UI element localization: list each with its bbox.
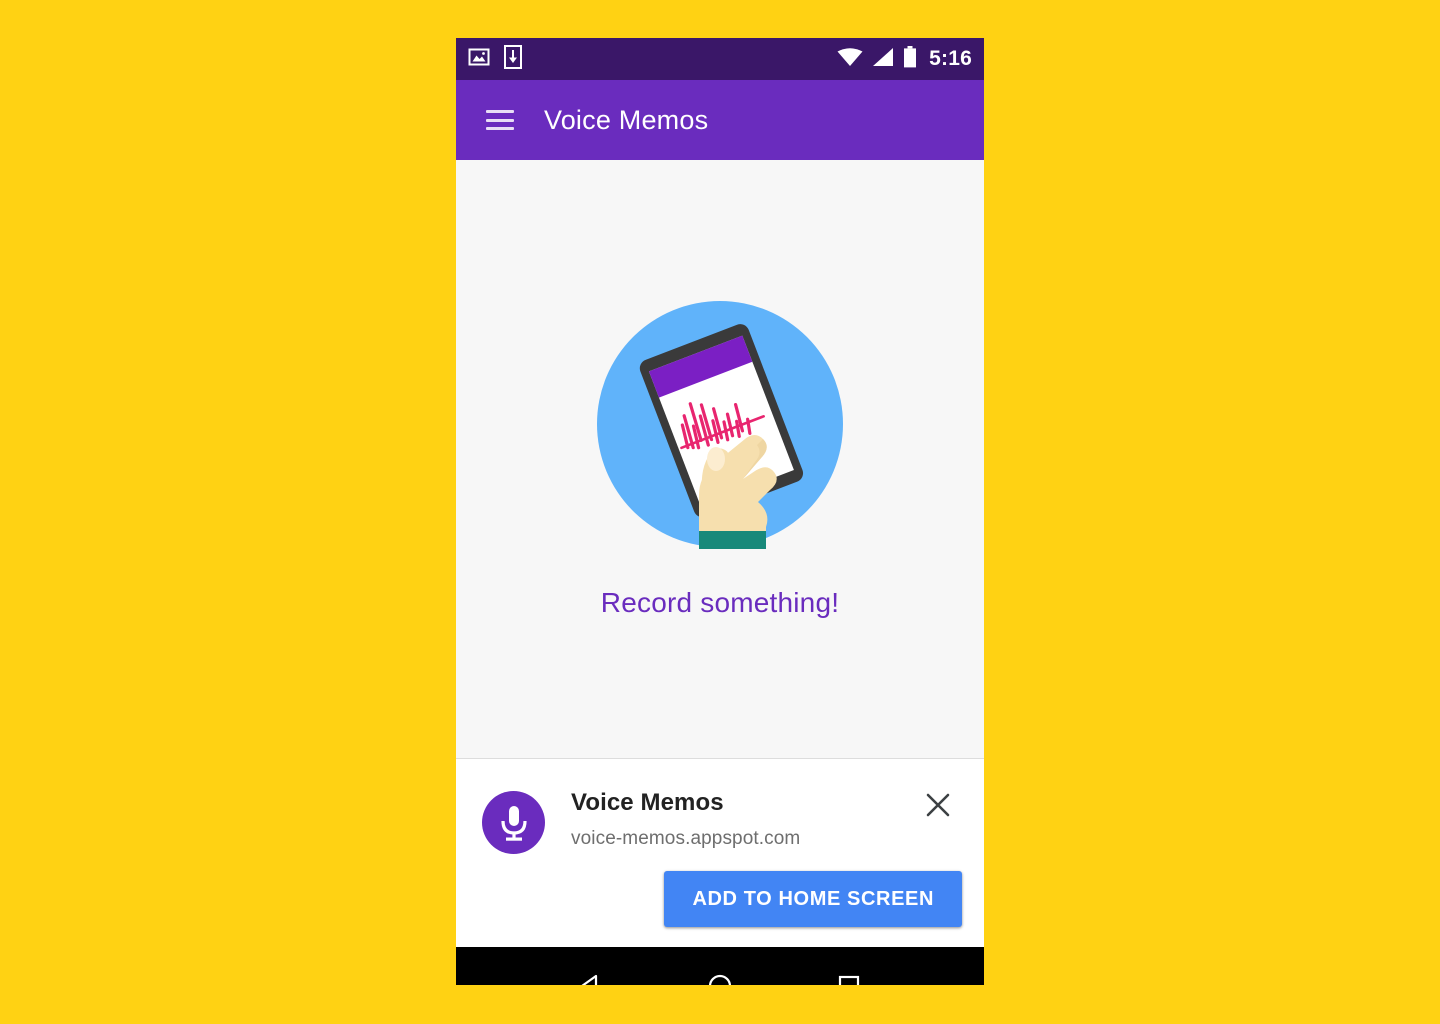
battery-icon [903, 45, 917, 73]
add-to-home-screen-banner: Voice Memos voice-memos.appspot.com ADD … [456, 758, 984, 947]
hamburger-menu-icon[interactable] [486, 110, 514, 130]
hamburger-line [486, 127, 514, 130]
hamburger-line [486, 110, 514, 113]
close-x-icon[interactable] [918, 785, 958, 825]
screenshot-image-icon [468, 46, 490, 73]
microphone-icon [482, 791, 545, 854]
page-title: Voice Memos [544, 104, 709, 135]
banner-app-url: voice-memos.appspot.com [571, 828, 801, 849]
home-button[interactable] [705, 971, 735, 985]
empty-state-message: Record something! [600, 587, 840, 618]
triangle-left-icon [581, 974, 597, 985]
illustration-sleeve [699, 531, 766, 549]
banner-app-name: Voice Memos [571, 789, 724, 816]
back-button[interactable] [576, 971, 606, 985]
square-icon [839, 975, 860, 985]
status-bar-clock: 5:16 [929, 47, 972, 70]
add-to-home-screen-button[interactable]: ADD TO HOME SCREEN [664, 871, 962, 927]
download-icon [504, 44, 522, 74]
recents-button[interactable] [834, 971, 864, 985]
hand-holding-phone-recording-illustration [597, 301, 843, 549]
wifi-icon [837, 47, 863, 72]
app-bar: Voice Memos [456, 80, 984, 160]
circle-icon [708, 974, 732, 985]
android-navigation-bar [456, 947, 984, 985]
status-bar-left-icons [468, 44, 522, 74]
banner-text-block: Voice Memos voice-memos.appspot.com [571, 785, 800, 850]
status-bar: 5:16 [456, 38, 984, 80]
cellular-signal-icon [872, 47, 894, 72]
android-phone-screen: 5:16 Voice Memos Record something! Voice… [456, 38, 984, 985]
main-content-empty-state: Record something! [456, 160, 984, 758]
status-bar-right-icons: 5:16 [837, 45, 972, 73]
hamburger-line [486, 118, 514, 122]
banner-header-row: Voice Memos voice-memos.appspot.com [482, 785, 958, 854]
